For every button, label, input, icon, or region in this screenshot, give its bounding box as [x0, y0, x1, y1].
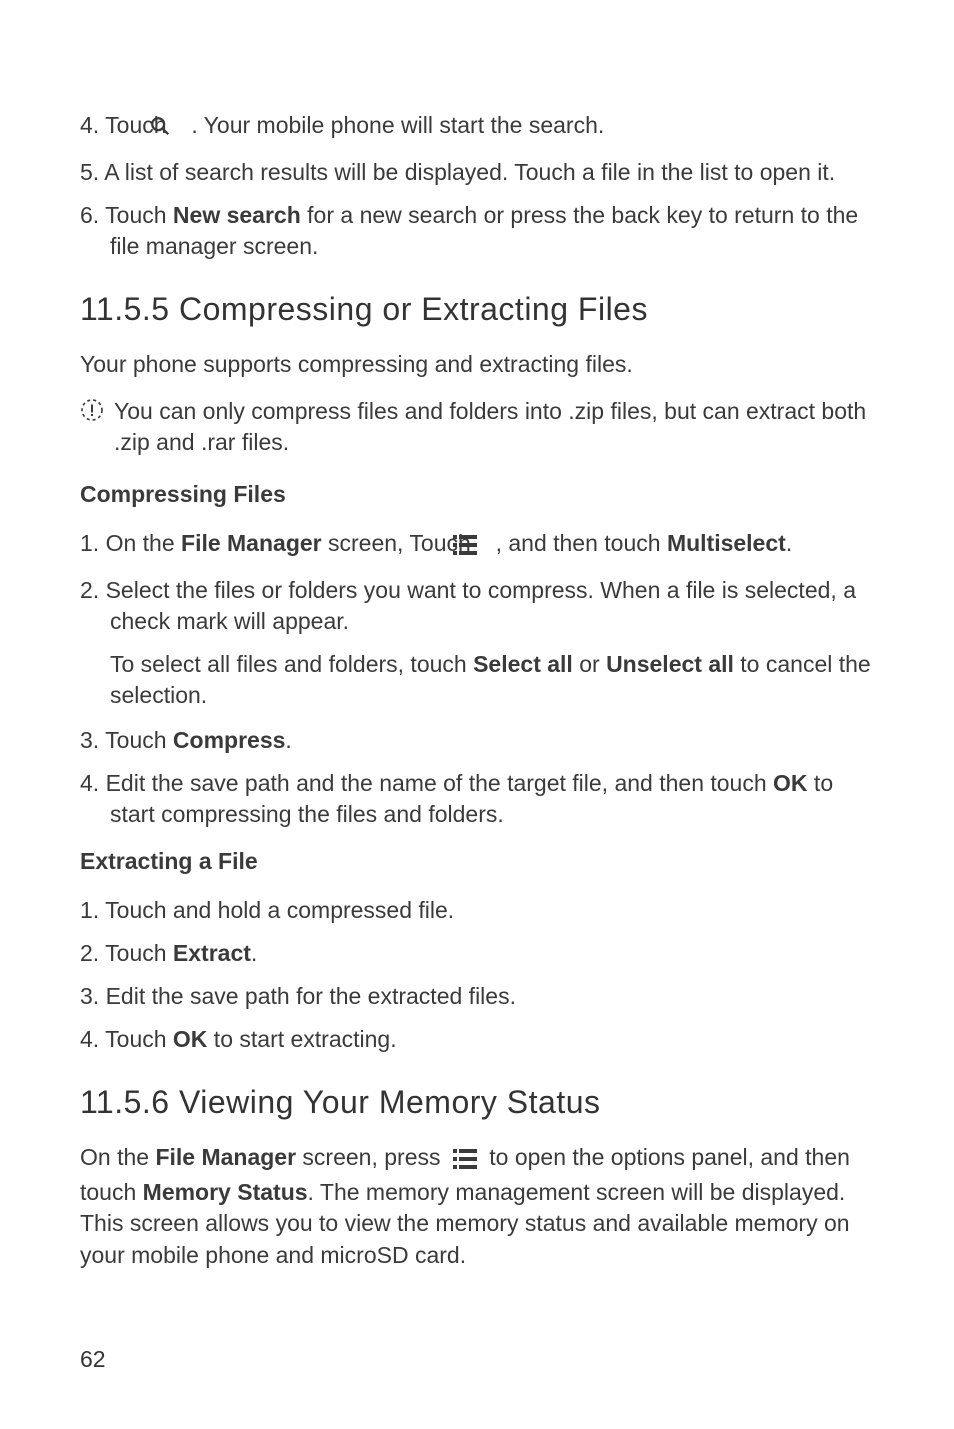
- step-list-extract: 1. Touch and hold a compressed file. 2. …: [80, 895, 874, 1055]
- list-item: 4. Edit the save path and the name of th…: [80, 768, 874, 830]
- step-text: 2. Select the files or folders you want …: [80, 577, 856, 634]
- step-text: 1. Touch and hold a compressed file.: [80, 897, 454, 923]
- list-item: 1. On the File Manager screen, Touch , a…: [80, 528, 874, 563]
- subsection-heading: Extracting a File: [80, 846, 874, 877]
- step-text: 6. Touch: [80, 202, 173, 228]
- step-text: 2. Touch: [80, 940, 173, 966]
- ui-label: OK: [773, 770, 808, 796]
- page-number: 62: [80, 1344, 106, 1375]
- step-text: to start extracting.: [207, 1026, 396, 1052]
- ui-label: Compress: [173, 727, 285, 753]
- step-text: 4. Edit the save path and the name of th…: [80, 770, 773, 796]
- list-item: 2. Touch Extract.: [80, 938, 874, 969]
- step-text: .: [285, 727, 291, 753]
- list-item: 6. Touch New search for a new search or …: [80, 200, 874, 262]
- ui-label: Select all: [473, 651, 573, 677]
- body-fragment: On the: [80, 1144, 155, 1170]
- step-text: or: [573, 651, 606, 677]
- step-text: 3. Edit the save path for the extracted …: [80, 983, 516, 1009]
- section-heading: 11.5.5 Compressing or Extracting Files: [80, 288, 874, 331]
- step-tip: To select all files and folders, touch S…: [110, 649, 874, 711]
- step-text: .: [786, 530, 792, 556]
- body-text: Your phone supports compressing and extr…: [80, 349, 874, 380]
- step-text: . Your mobile phone will start the searc…: [191, 112, 604, 138]
- ui-label: File Manager: [155, 1144, 296, 1170]
- step-list-search: 4. Touch . Your mobile phone will start …: [80, 110, 874, 262]
- subsection-heading: Compressing Files: [80, 479, 874, 510]
- ui-label: Unselect all: [606, 651, 734, 677]
- ui-label: File Manager: [181, 530, 322, 556]
- ui-label: OK: [173, 1026, 208, 1052]
- list-item: 3. Touch Compress.: [80, 725, 874, 756]
- ui-label: Memory Status: [143, 1179, 308, 1205]
- step-text: 4. Touch: [80, 1026, 173, 1052]
- list-item: 3. Edit the save path for the extracted …: [80, 981, 874, 1012]
- step-text: 5. A list of search results will be disp…: [80, 159, 835, 185]
- step-text: .: [251, 940, 257, 966]
- ui-label: Multiselect: [667, 530, 786, 556]
- step-text: 1. On the: [80, 530, 181, 556]
- list-item: 1. Touch and hold a compressed file.: [80, 895, 874, 926]
- list-item: 4. Touch OK to start extracting.: [80, 1024, 874, 1055]
- body-fragment: screen, press: [296, 1144, 447, 1170]
- step-text: 3. Touch: [80, 727, 173, 753]
- step-text: To select all files and folders, touch: [110, 651, 473, 677]
- step-list-compress: 1. On the File Manager screen, Touch , a…: [80, 528, 874, 830]
- note-text: You can only compress files and folders …: [114, 396, 874, 458]
- ui-label: Extract: [173, 940, 251, 966]
- ui-label: New search: [173, 202, 301, 228]
- list-item: 4. Touch . Your mobile phone will start …: [80, 110, 874, 145]
- list-item: 2. Select the files or folders you want …: [80, 575, 874, 637]
- list-item: 5. A list of search results will be disp…: [80, 157, 874, 188]
- note-icon: [80, 398, 104, 430]
- section-heading: 11.5.6 Viewing Your Memory Status: [80, 1081, 874, 1124]
- menu-icon: [453, 1146, 477, 1177]
- note-block: You can only compress files and folders …: [80, 396, 874, 458]
- body-text: On the File Manager screen, press to ope…: [80, 1142, 874, 1270]
- step-text: , and then touch: [496, 530, 667, 556]
